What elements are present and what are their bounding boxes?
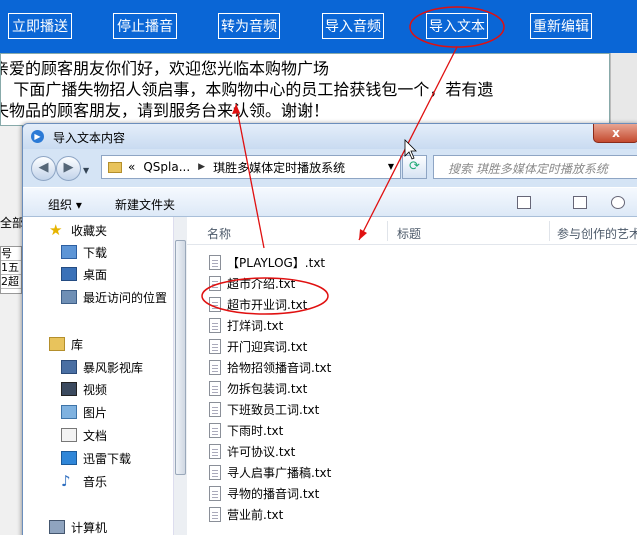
- file-item[interactable]: 下雨时.txt: [209, 420, 283, 440]
- background-left-panel: 全部 号 1五 2超: [0, 126, 25, 535]
- column-contributing-artists[interactable]: 参与创作的艺术家: [557, 225, 637, 242]
- file-item[interactable]: 超市介绍.txt: [209, 273, 295, 293]
- file-item[interactable]: 超市开业词.txt: [209, 294, 307, 314]
- help-icon[interactable]: [611, 196, 625, 209]
- search-input[interactable]: 搜索 琪胜多媒体定时播放系统: [433, 155, 637, 179]
- editor-line-1: 亲爱的顾客朋友你们好，欢迎您光临本购物广场: [0, 59, 330, 78]
- music-note-icon: ♪: [61, 472, 71, 490]
- video-library-icon: [61, 360, 77, 374]
- dialog-app-icon: ▶: [31, 130, 44, 143]
- desktop-icon: [61, 267, 77, 281]
- column-name[interactable]: 名称: [207, 225, 231, 242]
- document-icon: [61, 428, 77, 442]
- file-item[interactable]: 打烊词.txt: [209, 315, 283, 335]
- grid-row[interactable]: 1五: [1, 261, 21, 275]
- address-overflow[interactable]: «: [128, 160, 135, 174]
- broadcast-now-button[interactable]: 立即播送: [8, 13, 72, 39]
- file-item[interactable]: 许可协议.txt: [209, 441, 295, 461]
- dialog-title: 导入文本内容: [53, 131, 126, 145]
- convert-to-audio-button[interactable]: 转为音频: [218, 13, 280, 39]
- downloads-folder-icon: [61, 245, 77, 259]
- editor-line-2: 下面广播失物招人领启事，本购物中心的员工拾获钱包一个，若有遗: [0, 80, 494, 99]
- all-label: 全部: [0, 216, 25, 230]
- file-list-pane: 名称 标题 参与创作的艺术家 【PLAYLOG】.txt 超市介绍.txt 超市…: [187, 217, 637, 535]
- import-text-dialog: ▶ 导入文本内容 x ◀ ▶ ▼ « QSpla... ▶ 琪胜多媒体定时播放系…: [22, 123, 637, 535]
- file-item[interactable]: 【PLAYLOG】.txt: [209, 252, 325, 272]
- column-header-row: 名称 标题 参与创作的艺术家: [187, 217, 637, 245]
- stop-broadcast-button[interactable]: 停止播音: [113, 13, 177, 39]
- navigation-bar: ◀ ▶ ▼ « QSpla... ▶ 琪胜多媒体定时播放系统 ▼ ⟳ 搜索 琪胜…: [23, 149, 637, 187]
- view-options-icon[interactable]: [517, 196, 531, 209]
- scrollbar-thumb[interactable]: [175, 240, 186, 475]
- address-segment-root[interactable]: QSpla...: [143, 160, 190, 174]
- editor-scrollbar[interactable]: [610, 53, 637, 126]
- thunder-download-icon: [61, 451, 77, 465]
- text-file-icon: [209, 359, 221, 375]
- file-item[interactable]: 营业前.txt: [209, 504, 283, 524]
- recent-places-icon: [61, 290, 77, 304]
- address-bar[interactable]: « QSpla... ▶ 琪胜多媒体定时播放系统 ▼: [101, 155, 401, 179]
- text-file-icon: [209, 338, 221, 354]
- preview-pane-icon[interactable]: [573, 196, 587, 209]
- file-item[interactable]: 下班致员工词.txt: [209, 399, 319, 419]
- text-file-icon: [209, 401, 221, 417]
- file-item[interactable]: 勿拆包装词.txt: [209, 378, 307, 398]
- import-text-button[interactable]: 导入文本: [426, 13, 488, 39]
- file-item[interactable]: 寻物的播音词.txt: [209, 483, 319, 503]
- text-file-icon: [209, 506, 221, 522]
- file-item[interactable]: 寻人启事广播稿.txt: [209, 462, 331, 482]
- text-file-icon: [209, 317, 221, 333]
- column-title[interactable]: 标题: [397, 225, 421, 242]
- forward-arrow-icon[interactable]: ▶: [56, 156, 81, 181]
- star-icon: ★: [49, 221, 63, 239]
- dialog-titlebar[interactable]: ▶ 导入文本内容 x: [23, 124, 637, 149]
- refresh-icon[interactable]: ⟳: [402, 155, 427, 179]
- text-file-icon: [209, 254, 221, 270]
- text-file-icon: [209, 443, 221, 459]
- editor-line-3: 失物品的顾客朋友，请到服务台来认领。谢谢！: [0, 101, 330, 120]
- recent-pages-chevron-icon[interactable]: ▼: [83, 166, 89, 175]
- text-file-icon: [209, 296, 221, 312]
- picture-icon: [61, 405, 77, 419]
- grid-header: 号: [1, 247, 21, 261]
- broadcast-text-editor[interactable]: 亲爱的顾客朋友你们好，欢迎您光临本购物广场 下面广播失物招人领启事，本购物中心的…: [0, 53, 610, 126]
- file-item[interactable]: 拾物招领播音词.txt: [209, 357, 331, 377]
- new-folder-button[interactable]: 新建文件夹: [115, 196, 175, 213]
- import-audio-button[interactable]: 导入音频: [322, 13, 384, 39]
- address-dropdown-chevron-icon[interactable]: ▼: [388, 162, 394, 171]
- computer-icon: [49, 520, 65, 534]
- folder-icon: [108, 161, 122, 173]
- text-file-icon: [209, 275, 221, 291]
- file-item[interactable]: 开门迎宾词.txt: [209, 336, 307, 356]
- breadcrumb-separator-icon[interactable]: ▶: [198, 162, 205, 172]
- column-separator[interactable]: [549, 221, 550, 241]
- back-arrow-icon[interactable]: ◀: [31, 156, 56, 181]
- organize-menu-button[interactable]: 组织 ▾: [48, 196, 82, 213]
- command-bar: 组织 ▾ 新建文件夹: [23, 187, 637, 217]
- re-edit-button[interactable]: 重新编辑: [530, 13, 592, 39]
- playlist-grid: 号 1五 2超: [0, 246, 22, 294]
- column-separator[interactable]: [387, 221, 388, 241]
- text-file-icon: [209, 380, 221, 396]
- film-icon: [61, 382, 77, 396]
- app-toolbar: 立即播送 停止播音 转为音频 导入音频 导入文本 重新编辑: [0, 0, 637, 52]
- text-file-icon: [209, 422, 221, 438]
- close-button[interactable]: x: [593, 124, 637, 143]
- library-icon: [49, 337, 65, 351]
- navigation-pane: ★ 收藏夹 下载 桌面 最近访问的位置 库 暴风影视库 视频 图片 文档 迅雷下…: [23, 217, 173, 535]
- text-file-icon: [209, 485, 221, 501]
- navigation-pane-scrollbar[interactable]: [173, 217, 187, 535]
- address-segment-current[interactable]: 琪胜多媒体定时播放系统: [213, 159, 345, 176]
- text-file-icon: [209, 464, 221, 480]
- grid-row[interactable]: 2超: [1, 275, 21, 289]
